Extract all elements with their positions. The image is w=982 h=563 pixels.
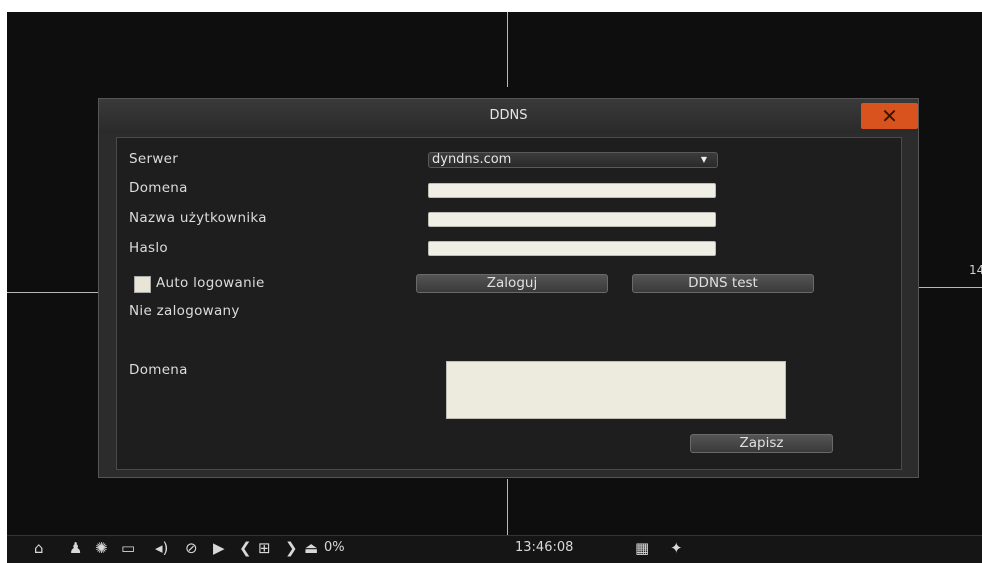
- close-icon: ✕: [881, 104, 898, 128]
- home-icon[interactable]: ⌂: [34, 539, 44, 557]
- volume-icon[interactable]: ◂): [155, 539, 168, 557]
- auto-login-checkbox[interactable]: [134, 276, 151, 293]
- layout-grid-icon[interactable]: ⊞: [258, 539, 271, 557]
- chevron-down-icon: ▼: [700, 155, 707, 164]
- login-button[interactable]: Zaloguj: [416, 274, 608, 293]
- dvr-screen: 14 16 DDNS ✕ Serwer dyndns.com ▼ Domena …: [7, 12, 982, 563]
- server-select-value: dyndns.com: [432, 152, 512, 167]
- save-button[interactable]: Zapisz: [690, 434, 833, 453]
- domain-output-box: [446, 361, 786, 419]
- ddns-settings-panel: Serwer dyndns.com ▼ Domena Nazwa użytkow…: [116, 137, 902, 470]
- hdd-icon: ⏏: [304, 539, 319, 557]
- password-field[interactable]: [428, 241, 716, 256]
- username-field[interactable]: [428, 212, 716, 227]
- grid-line-vertical-bottom: [507, 479, 508, 535]
- grid-line-horizontal-left: [7, 292, 98, 293]
- hdd-usage: 0%: [324, 540, 345, 555]
- login-status: Nie zalogowany: [129, 303, 240, 319]
- next-icon[interactable]: ❯: [285, 539, 298, 557]
- grid-line-vertical-top: [507, 12, 508, 87]
- pin-icon[interactable]: ✦: [670, 539, 683, 557]
- ddns-dialog: DDNS ✕ Serwer dyndns.com ▼ Domena Nazwa …: [98, 98, 919, 478]
- taskbar: ⌂ ♟ ✺ ▭ ◂) ⊘ ▶ ❮ ⊞ ❯ ⏏ 0% 13:46:08 ▦ ✦: [7, 535, 982, 563]
- password-label: Haslo: [129, 240, 168, 256]
- play-icon[interactable]: ▶: [213, 539, 225, 557]
- domain-label: Domena: [129, 180, 188, 196]
- server-label: Serwer: [129, 151, 179, 167]
- ddns-test-button[interactable]: DDNS test: [632, 274, 814, 293]
- clock: 13:46:08: [515, 540, 574, 555]
- domain-field[interactable]: [428, 183, 716, 198]
- qr-code-icon[interactable]: ▦: [635, 539, 649, 557]
- grid-line-horizontal-right: [919, 287, 982, 288]
- dialog-title: DDNS: [99, 99, 918, 133]
- edge-channel-label-1: 14: [969, 263, 982, 277]
- server-select[interactable]: dyndns.com ▼: [428, 152, 718, 168]
- auto-login-label: Auto logowanie: [156, 275, 265, 291]
- close-button[interactable]: ✕: [861, 103, 918, 129]
- domain-output-label: Domena: [129, 362, 188, 378]
- ptz-icon[interactable]: ⊘: [185, 539, 198, 557]
- prev-icon[interactable]: ❮: [239, 539, 252, 557]
- alarm-icon[interactable]: ✺: [95, 539, 108, 557]
- user-icon[interactable]: ♟: [69, 539, 82, 557]
- monitor-icon[interactable]: ▭: [121, 539, 135, 557]
- username-label: Nazwa użytkownika: [129, 210, 267, 226]
